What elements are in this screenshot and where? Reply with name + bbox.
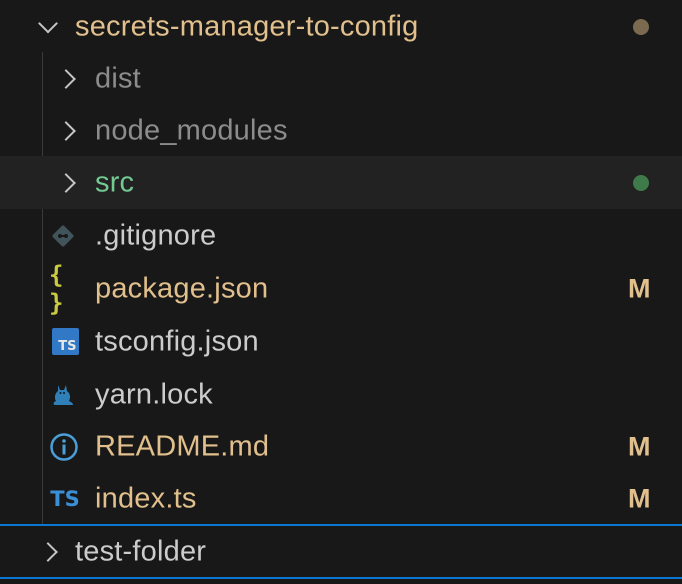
modified-badge: M bbox=[628, 483, 651, 513]
tree-item-yarn-lock[interactable]: yarn.lock bbox=[0, 368, 682, 421]
braces-icon: { } bbox=[49, 260, 64, 317]
root-folder-row[interactable]: secrets-manager-to-config bbox=[0, 0, 682, 53]
yarn-cat-icon bbox=[48, 380, 78, 410]
file-label: .gitignore bbox=[95, 219, 217, 251]
second-root-folder-row[interactable]: test-folder bbox=[0, 526, 682, 579]
tree-item-src[interactable]: src bbox=[0, 156, 682, 209]
chevron-right-icon[interactable] bbox=[56, 68, 76, 89]
file-label: tsconfig.json bbox=[95, 325, 259, 357]
tree-item-dist[interactable]: dist bbox=[0, 52, 682, 105]
chevron-right-icon[interactable] bbox=[56, 120, 76, 141]
chevron-right-icon[interactable] bbox=[38, 541, 58, 562]
tree-item-readme-md[interactable]: README.md M bbox=[0, 420, 682, 473]
info-icon bbox=[49, 432, 79, 462]
folder-label: node_modules bbox=[95, 114, 288, 146]
tsconfig-icon-text: TS bbox=[51, 328, 79, 355]
tsconfig-icon: TS bbox=[50, 327, 80, 357]
file-label: README.md bbox=[95, 430, 270, 462]
chevron-down-icon[interactable] bbox=[38, 13, 58, 33]
tree-item-index-ts[interactable]: TS index.ts M bbox=[0, 473, 682, 526]
modified-badge: M bbox=[628, 273, 651, 303]
second-root-folder-label: test-folder bbox=[75, 535, 207, 567]
tree-item-gitignore[interactable]: .gitignore bbox=[0, 209, 682, 262]
tree-item-package-json[interactable]: { } package.json M bbox=[0, 260, 682, 317]
file-label: index.ts bbox=[95, 482, 197, 514]
root-folder-label: secrets-manager-to-config bbox=[75, 10, 419, 42]
file-label: yarn.lock bbox=[95, 378, 213, 410]
file-label: package.json bbox=[95, 272, 269, 304]
untracked-dot bbox=[633, 174, 649, 191]
file-explorer: secrets-manager-to-config dist node_modu… bbox=[0, 0, 682, 584]
modified-badge: M bbox=[628, 431, 651, 461]
folder-label: src bbox=[95, 166, 135, 198]
tree-item-node-modules[interactable]: node_modules bbox=[0, 104, 682, 157]
modified-dot bbox=[633, 18, 649, 35]
typescript-icon: TS bbox=[50, 486, 80, 511]
chevron-right-icon[interactable] bbox=[56, 172, 76, 193]
folder-label: dist bbox=[95, 62, 141, 94]
tree-item-tsconfig-json[interactable]: TS tsconfig.json bbox=[0, 315, 682, 368]
git-icon bbox=[48, 221, 78, 251]
